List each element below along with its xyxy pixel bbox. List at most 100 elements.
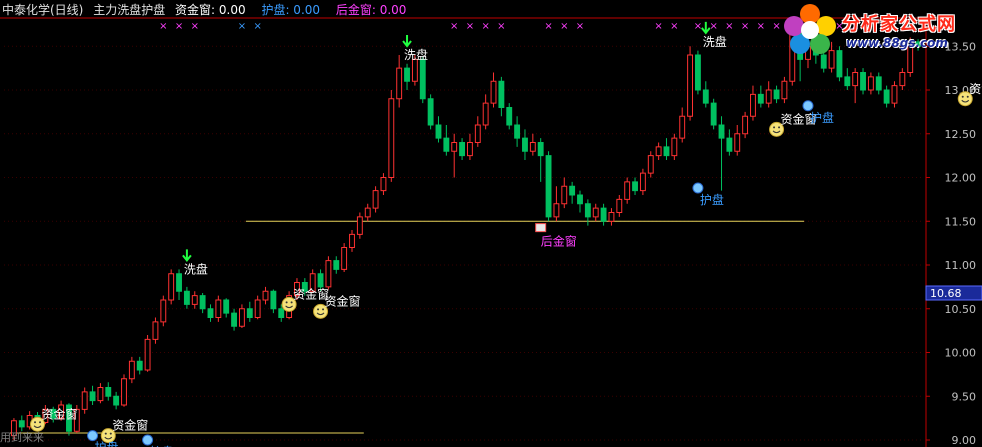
candle-body[interactable] <box>750 93 756 117</box>
candle-body[interactable] <box>577 194 583 205</box>
candle-body[interactable] <box>781 80 788 100</box>
candle-body[interactable] <box>160 299 167 323</box>
candle-body[interactable] <box>726 137 733 152</box>
candle-body[interactable] <box>396 67 403 100</box>
candle-body[interactable] <box>121 378 127 406</box>
candle-body[interactable] <box>183 290 190 305</box>
candle-body[interactable] <box>191 295 198 305</box>
candle-body[interactable] <box>435 124 442 139</box>
candle-body[interactable] <box>333 260 340 270</box>
candle-body[interactable] <box>616 198 623 213</box>
candle-body[interactable] <box>702 89 709 104</box>
candle-body[interactable] <box>899 72 906 87</box>
candle-body[interactable] <box>632 181 638 192</box>
candle-body[interactable] <box>600 207 607 222</box>
candle-body[interactable] <box>270 290 277 310</box>
candle-body[interactable] <box>506 107 513 126</box>
candle-body[interactable] <box>765 89 772 104</box>
candle-body[interactable] <box>349 233 355 248</box>
candle-body[interactable] <box>514 124 521 139</box>
candle-body[interactable] <box>498 80 505 108</box>
candle-body[interactable] <box>419 58 426 100</box>
candle-body[interactable] <box>97 387 104 402</box>
candle-body[interactable] <box>372 190 379 209</box>
candle-body[interactable] <box>199 295 206 310</box>
candle-body[interactable] <box>710 102 717 126</box>
candle-body[interactable] <box>246 308 253 318</box>
candle-body[interactable] <box>537 142 544 157</box>
candle-body[interactable] <box>584 203 591 218</box>
candle-body[interactable] <box>278 308 285 318</box>
candle-body[interactable] <box>624 181 631 200</box>
candle-body[interactable] <box>852 72 859 87</box>
candle-body[interactable] <box>136 360 143 371</box>
candle-body[interactable] <box>89 391 96 402</box>
candle-body[interactable] <box>404 67 410 82</box>
candle-body[interactable] <box>663 146 670 157</box>
candle-body[interactable] <box>215 299 222 318</box>
candle-body[interactable] <box>639 172 646 192</box>
candle-body[interactable] <box>608 212 615 222</box>
candle-body[interactable] <box>18 420 25 428</box>
smiley-eye <box>39 421 42 424</box>
candle-body[interactable] <box>742 115 749 135</box>
candle-body[interactable] <box>482 102 489 126</box>
candle-body[interactable] <box>325 260 332 288</box>
candle-body[interactable] <box>836 50 843 78</box>
candle-body[interactable] <box>388 98 395 178</box>
candle-body[interactable] <box>176 273 182 292</box>
candle-body[interactable] <box>545 155 552 218</box>
candlestick-chart[interactable]: 13.5013.0012.5012.0011.5011.0010.5010.00… <box>0 0 982 447</box>
candle-body[interactable] <box>647 155 654 174</box>
candle-body[interactable] <box>860 72 866 91</box>
site-logo[interactable]: 分析家公式网 www.88gs.com <box>780 2 980 54</box>
candle-body[interactable] <box>718 124 725 139</box>
candle-body[interactable] <box>443 137 450 152</box>
candle-body[interactable] <box>757 93 764 104</box>
candle-body[interactable] <box>561 185 568 205</box>
candle-body[interactable] <box>891 85 898 104</box>
candle-body[interactable] <box>459 142 466 157</box>
candle-body[interactable] <box>128 360 135 380</box>
candle-body[interactable] <box>734 133 741 152</box>
candle-body[interactable] <box>105 387 112 397</box>
candle-body[interactable] <box>694 54 701 91</box>
candle-body[interactable] <box>168 273 175 301</box>
candle-body[interactable] <box>679 115 686 139</box>
candle-body[interactable] <box>592 207 599 218</box>
candle-body[interactable] <box>466 142 473 157</box>
candle-body[interactable] <box>529 142 536 152</box>
candle-body[interactable] <box>152 321 159 340</box>
candle-body[interactable] <box>364 207 371 218</box>
candle-body[interactable] <box>427 98 434 126</box>
candle-body[interactable] <box>341 247 348 270</box>
candle-body[interactable] <box>844 76 851 87</box>
candle-body[interactable] <box>867 76 874 91</box>
candle-body[interactable] <box>223 299 230 314</box>
candle-body[interactable] <box>207 308 214 318</box>
candle-body[interactable] <box>522 137 528 152</box>
candle-body[interactable] <box>671 137 678 157</box>
candle-body[interactable] <box>883 89 890 104</box>
candle-body[interactable] <box>451 142 458 152</box>
candle-body[interactable] <box>569 185 576 196</box>
candle-body[interactable] <box>655 146 662 157</box>
candle-body[interactable] <box>474 124 481 143</box>
candle-body[interactable] <box>144 338 151 371</box>
candle-body[interactable] <box>262 290 269 301</box>
candle-body[interactable] <box>238 308 245 327</box>
candle-body[interactable] <box>356 216 363 235</box>
candle-body[interactable] <box>553 203 560 218</box>
candle-body[interactable] <box>687 54 694 117</box>
candle-body[interactable] <box>113 395 120 406</box>
candle-body[interactable] <box>317 273 324 288</box>
candle-body[interactable] <box>231 312 238 327</box>
candle-body[interactable] <box>254 299 261 318</box>
candle-body[interactable] <box>773 89 780 100</box>
candle-body[interactable] <box>820 54 827 69</box>
candle-body[interactable] <box>81 391 88 410</box>
candle-body[interactable] <box>380 177 387 192</box>
candle-body[interactable] <box>411 58 418 82</box>
candle-body[interactable] <box>490 80 497 104</box>
candle-body[interactable] <box>875 76 882 91</box>
